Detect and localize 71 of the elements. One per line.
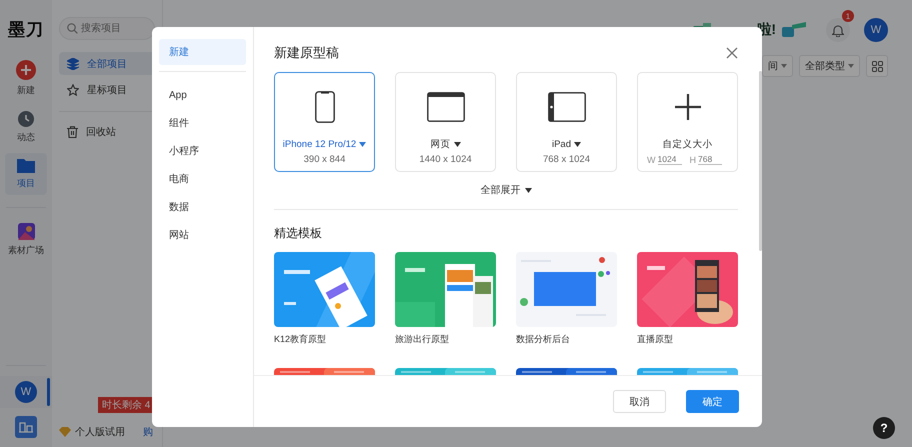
- category-item[interactable]: App: [159, 82, 246, 108]
- team-icon[interactable]: [15, 416, 37, 438]
- filter-dropdown[interactable]: 全部类型: [799, 55, 860, 77]
- category-item[interactable]: 数据: [159, 194, 246, 220]
- star-icon: [67, 84, 79, 96]
- notification-badge: 1: [842, 10, 854, 22]
- plan-label: 个人版试用: [75, 426, 125, 439]
- phone-icon: [314, 90, 334, 124]
- category-item[interactable]: 电商: [159, 166, 246, 192]
- template-title: 数据分析后台: [516, 333, 571, 346]
- device-card[interactable]: iPad 768 x 1024: [516, 72, 617, 172]
- avatar[interactable]: W: [864, 18, 888, 42]
- rail-item[interactable]: 动态: [5, 106, 47, 149]
- expand-all-button[interactable]: 全部展开: [471, 181, 541, 199]
- notification-button[interactable]: [826, 18, 850, 42]
- section-title: 精选模板: [274, 225, 323, 242]
- category-item[interactable]: 网站: [159, 222, 246, 248]
- device-name: iPhone 12 Pro/12: [282, 138, 356, 150]
- tooltip: 时长剩余 4: [98, 397, 152, 413]
- ticket-icon: [782, 21, 808, 39]
- device-card[interactable]: 网页 1440 x 1024: [395, 72, 496, 172]
- folder-icon: [17, 158, 35, 173]
- size-field[interactable]: 768: [698, 154, 722, 165]
- category-item[interactable]: 小程序: [159, 138, 246, 164]
- dialog-title: 新建原型稿: [274, 44, 339, 62]
- add-icon: [16, 60, 36, 80]
- confirm-button[interactable]: 确定: [686, 390, 739, 414]
- search-icon: [67, 23, 78, 34]
- device-size: 768 x 1024: [542, 154, 590, 165]
- category-item[interactable]: 组件: [159, 110, 246, 136]
- device-card[interactable]: 自定义大小 W 1024 H 768: [637, 72, 738, 172]
- device-size: 1440 x 1024: [419, 154, 472, 165]
- buy-link[interactable]: 购: [143, 425, 153, 439]
- rail-item[interactable]: 项目: [5, 153, 47, 195]
- layers-icon: [67, 58, 79, 70]
- bell-icon: [832, 24, 844, 36]
- template-title: 旅游出行原型: [395, 333, 450, 346]
- tablet-icon: [548, 90, 586, 124]
- grid-icon: [872, 60, 882, 72]
- size-field[interactable]: 1024: [658, 154, 682, 165]
- clock-icon: [18, 111, 34, 127]
- avatar[interactable]: W: [15, 381, 37, 403]
- device-name: 自定义大小: [662, 138, 712, 150]
- field-label: W: [647, 154, 656, 164]
- image-icon: [18, 223, 34, 240]
- diamond-icon: [59, 427, 71, 437]
- device-name: 网页: [430, 138, 450, 150]
- rail-item[interactable]: 新建: [5, 55, 47, 102]
- caret-icon: [848, 64, 854, 68]
- sidebar-item[interactable]: 星标项目: [59, 78, 159, 101]
- trash-icon: [67, 126, 78, 138]
- caret-icon[interactable]: [574, 142, 581, 146]
- close-icon[interactable]: [726, 47, 738, 59]
- logo: 墨刀: [8, 19, 44, 41]
- caret-icon[interactable]: [454, 142, 460, 146]
- caret-icon: [524, 188, 532, 192]
- sidebar-item[interactable]: 回收站: [59, 120, 159, 143]
- device-size: 390 x 844: [304, 154, 346, 165]
- search-field[interactable]: 搜索项目: [59, 17, 155, 40]
- category-item[interactable]: 新建: [159, 39, 246, 65]
- filter-dropdown[interactable]: 间: [762, 55, 793, 77]
- device-name: iPad: [552, 138, 571, 150]
- rail-item[interactable]: 素材广场: [5, 218, 47, 262]
- cancel-button[interactable]: 取消: [613, 390, 666, 414]
- grid-view-button[interactable]: [866, 55, 888, 77]
- caret-icon: [781, 64, 787, 68]
- browser-window-icon: [426, 90, 464, 124]
- template-title: K12教育原型: [274, 333, 328, 346]
- device-card[interactable]: iPhone 12 Pro/12 390 x 844: [274, 72, 375, 172]
- field-label: H: [690, 154, 696, 164]
- template-title: 直播原型: [637, 333, 674, 346]
